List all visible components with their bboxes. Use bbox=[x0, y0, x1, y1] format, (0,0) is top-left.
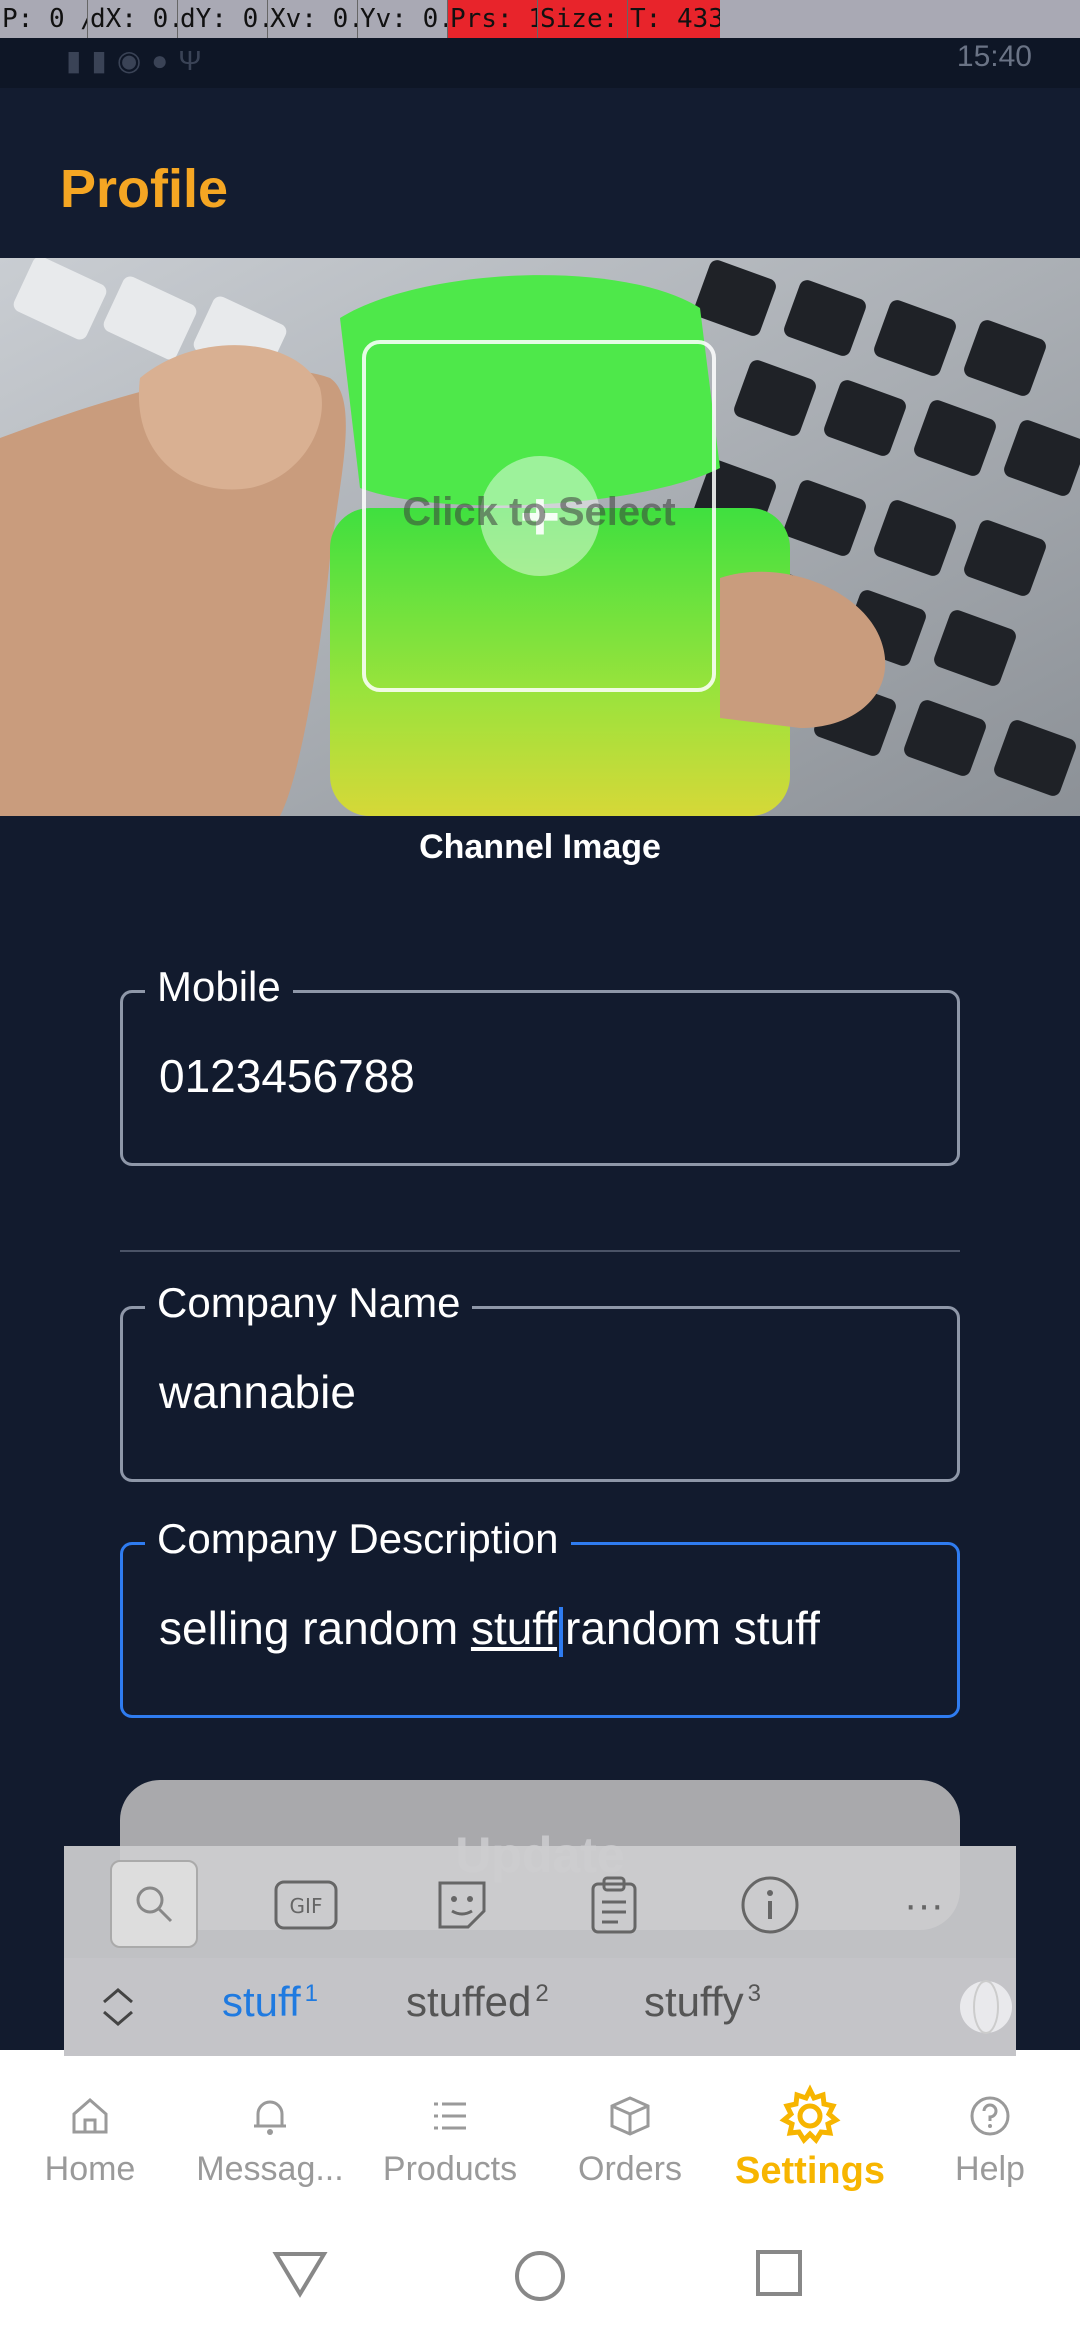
status-icons: ▮▮◉●Ψ bbox=[66, 44, 212, 77]
debug-xv: Xv: 0.0 bbox=[268, 0, 358, 38]
nav-settings-label: Settings bbox=[735, 2150, 885, 2192]
debug-size: Size: 1.0 bbox=[538, 0, 628, 38]
nav-orders-label: Orders bbox=[578, 2150, 682, 2188]
debug-yv: Yv: 0.0 bbox=[358, 0, 448, 38]
signal-icon: ▮ bbox=[91, 45, 117, 76]
pointer-location-overlay: P: 0 / 1 dX: 0.0 dY: 0.0 Xv: 0.0 Yv: 0.0… bbox=[0, 0, 1080, 38]
usb-icon: Ψ bbox=[178, 45, 212, 76]
company-name-label: Company Name bbox=[145, 1279, 473, 1327]
bell-icon bbox=[180, 2090, 360, 2142]
click-to-select-label: Click to Select bbox=[402, 490, 676, 534]
debug-dx: dX: 0.0 bbox=[88, 0, 178, 38]
debug-pressure: Prs: 1.0 bbox=[448, 0, 538, 38]
help-icon bbox=[900, 2090, 1080, 2142]
company-description-label: Company Description bbox=[145, 1515, 571, 1563]
nav-products-label: Products bbox=[382, 2150, 518, 2188]
system-navigation-bar bbox=[0, 2210, 1080, 2340]
globe-icon[interactable] bbox=[944, 1972, 1028, 2042]
company-name-value[interactable]: wannabie bbox=[159, 1365, 356, 1419]
keyboard-toolbar: GIF ··· stuff 1 stuffed 2 stuffy 3 bbox=[64, 1846, 1016, 2056]
description-text-after: random stuff bbox=[565, 1602, 820, 1654]
nav-orders[interactable]: Orders bbox=[540, 2090, 720, 2189]
eye-icon: ◉ bbox=[116, 45, 152, 76]
suggestion-2[interactable]: stuffed 2 bbox=[406, 1978, 549, 2026]
divider bbox=[120, 1250, 960, 1252]
debug-time: T: 433081 bbox=[628, 0, 720, 38]
collapse-chevron-icon[interactable] bbox=[76, 1972, 160, 2042]
sticker-icon[interactable] bbox=[420, 1870, 504, 1940]
app-header: Profile bbox=[0, 88, 1080, 258]
recents-square-icon[interactable] bbox=[754, 2248, 804, 2303]
suggestion-3[interactable]: stuffy 3 bbox=[644, 1978, 761, 2026]
debug-dy: dY: 0.0 bbox=[178, 0, 268, 38]
status-time: 15:40 bbox=[956, 40, 1032, 73]
company-description-field[interactable]: Company Description selling random stuff… bbox=[120, 1515, 960, 1718]
page-title: Profile bbox=[60, 159, 229, 219]
gif-icon[interactable]: GIF bbox=[264, 1870, 348, 1940]
keyboard-tool-row: GIF ··· bbox=[64, 1846, 1016, 1958]
channel-image-caption: Channel Image bbox=[419, 828, 661, 866]
bottom-navigation: Home Messag... Products Orders Settings … bbox=[0, 2050, 1080, 2210]
nav-help[interactable]: Help bbox=[900, 2090, 1080, 2189]
nav-products[interactable]: Products bbox=[360, 2090, 540, 2189]
box-icon bbox=[540, 2090, 720, 2142]
info-icon[interactable] bbox=[728, 1870, 812, 1940]
company-description-value[interactable]: selling random stuff random stuff bbox=[159, 1601, 820, 1657]
clipboard-icon[interactable] bbox=[572, 1870, 656, 1940]
back-triangle-icon[interactable] bbox=[272, 2248, 328, 2303]
list-icon bbox=[360, 2090, 540, 2142]
debug-pointer-count: P: 0 / 1 bbox=[0, 0, 88, 38]
gear-icon bbox=[720, 2084, 900, 2144]
company-name-field[interactable]: Company Name wannabie bbox=[120, 1279, 960, 1482]
nav-help-label: Help bbox=[955, 2150, 1025, 2188]
status-bar: ▮▮◉●Ψ 15:40 bbox=[0, 38, 1080, 88]
svg-text:GIF: GIF bbox=[290, 1894, 323, 1918]
search-icon[interactable] bbox=[110, 1860, 198, 1948]
app-icon: ● bbox=[151, 45, 179, 76]
description-composing-word: stuff bbox=[470, 1602, 558, 1654]
text-cursor bbox=[559, 1606, 564, 1657]
mobile-field[interactable]: Mobile 0123456788 bbox=[120, 963, 960, 1166]
more-icon[interactable]: ··· bbox=[882, 1870, 966, 1940]
mobile-label: Mobile bbox=[145, 963, 293, 1011]
home-circle-icon[interactable] bbox=[512, 2248, 568, 2309]
mobile-value[interactable]: 0123456788 bbox=[159, 1049, 415, 1103]
home-icon bbox=[0, 2090, 180, 2142]
keyboard-suggestion-bar: stuff 1 stuffed 2 stuffy 3 bbox=[64, 1958, 1016, 2056]
suggestion-1[interactable]: stuff 1 bbox=[222, 1978, 318, 2026]
nav-settings[interactable]: Settings bbox=[720, 2084, 900, 2193]
nav-messages[interactable]: Messag... bbox=[180, 2090, 360, 2189]
nav-home-label: Home bbox=[44, 2150, 136, 2188]
wifi-icon: ▮ bbox=[66, 45, 92, 76]
description-text-before: selling random bbox=[159, 1602, 471, 1654]
nav-home[interactable]: Home bbox=[0, 2090, 180, 2189]
nav-messages-label: Messag... bbox=[196, 2150, 344, 2188]
